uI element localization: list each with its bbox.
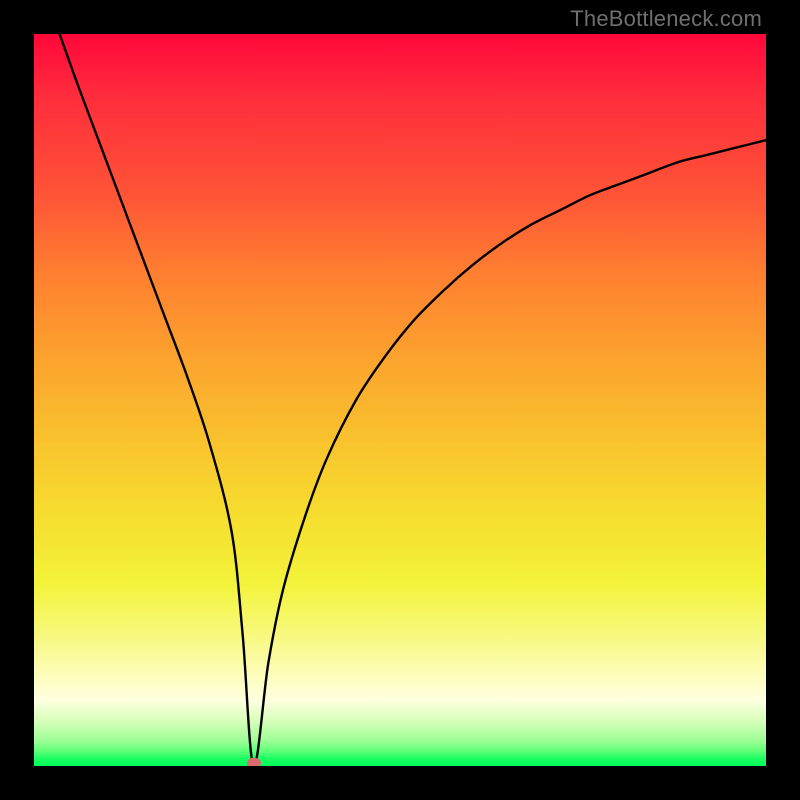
plot-area [34,34,766,766]
bottleneck-curve [60,34,766,766]
curve-layer [34,34,766,766]
min-marker [247,758,261,766]
watermark-text: TheBottleneck.com [570,6,762,32]
chart-frame: TheBottleneck.com [0,0,800,800]
